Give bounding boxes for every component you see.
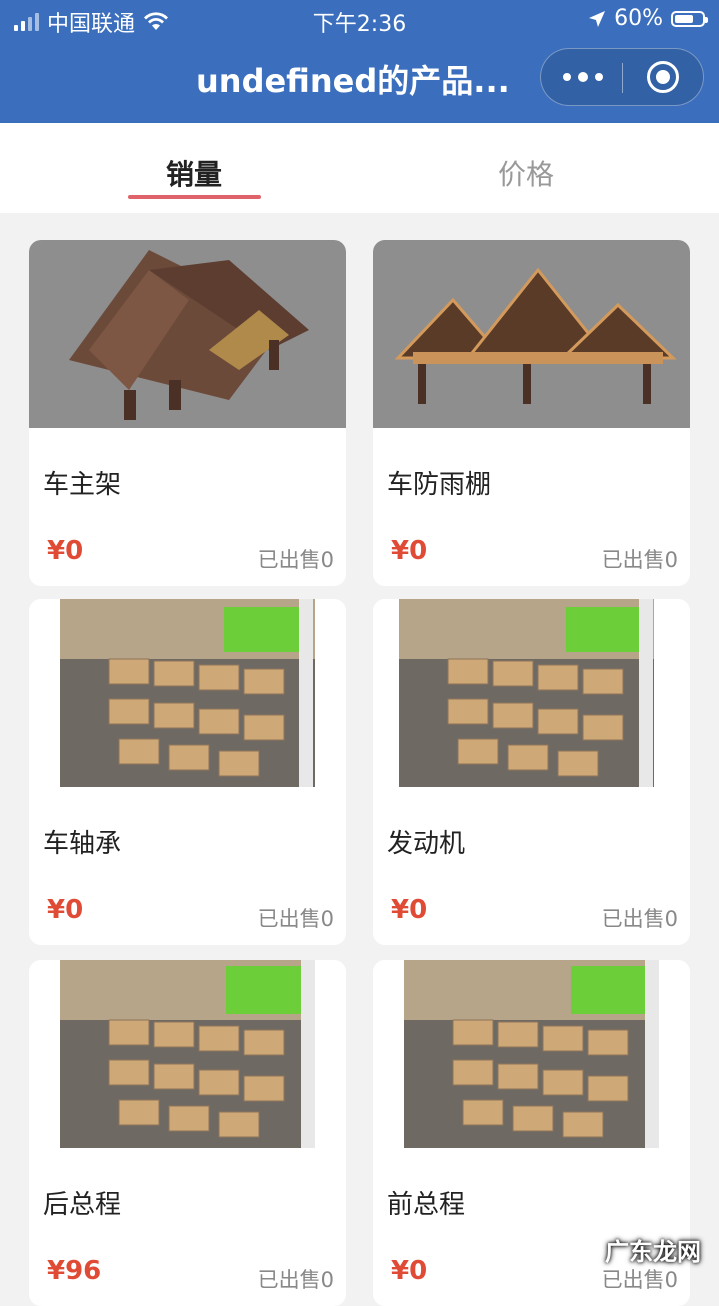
product-card[interactable]: 后总程 ¥96 已出售0 [29, 960, 346, 1306]
product-image [29, 960, 346, 1148]
product-card[interactable]: 车轴承 ¥0 已出售0 [29, 599, 346, 945]
product-name: 车防雨棚 [387, 470, 492, 500]
product-name: 后总程 [43, 1190, 122, 1220]
product-image [373, 240, 690, 428]
sort-tabs: 销量 价格 [0, 123, 719, 213]
location-icon [589, 10, 606, 27]
product-price: ¥96 [47, 1256, 102, 1286]
product-price: ¥0 [391, 536, 428, 566]
active-tab-indicator [128, 195, 261, 199]
sold-count: 已出售0 [601, 1268, 678, 1292]
product-name: 发动机 [387, 829, 466, 859]
product-name: 车主架 [43, 470, 122, 500]
product-image [29, 240, 346, 428]
mini-program-capsule [540, 48, 704, 106]
status-bar: 中国联通 下午2:36 60% [0, 0, 719, 38]
sold-count: 已出售0 [601, 548, 678, 572]
tab-sales[interactable]: 销量 [166, 153, 222, 193]
battery-icon [671, 10, 708, 27]
product-name: 前总程 [387, 1190, 466, 1220]
close-target-icon[interactable] [647, 61, 679, 93]
sold-count: 已出售0 [257, 907, 334, 931]
sold-count: 已出售0 [601, 907, 678, 931]
tab-price[interactable]: 价格 [498, 153, 554, 193]
product-price: ¥0 [47, 536, 84, 566]
more-menu-icon[interactable] [563, 67, 603, 87]
product-image [29, 599, 346, 787]
product-image [373, 599, 690, 787]
product-price: ¥0 [391, 1256, 428, 1286]
product-card[interactable]: 车防雨棚 ¥0 已出售0 [373, 240, 690, 586]
product-price: ¥0 [391, 895, 428, 925]
product-card[interactable]: 车主架 ¥0 已出售0 [29, 240, 346, 586]
header: 中国联通 下午2:36 60% undefined的产品... [0, 0, 719, 123]
product-price: ¥0 [47, 895, 84, 925]
battery-percent: 60% [614, 6, 663, 31]
product-card[interactable]: 发动机 ¥0 已出售0 [373, 599, 690, 945]
product-name: 车轴承 [43, 829, 122, 859]
sold-count: 已出售0 [257, 1268, 334, 1292]
product-image [373, 960, 690, 1148]
sold-count: 已出售0 [257, 548, 334, 572]
page-title: undefined的产品... [196, 62, 510, 100]
watermark: 广东龙网 [605, 1238, 701, 1266]
